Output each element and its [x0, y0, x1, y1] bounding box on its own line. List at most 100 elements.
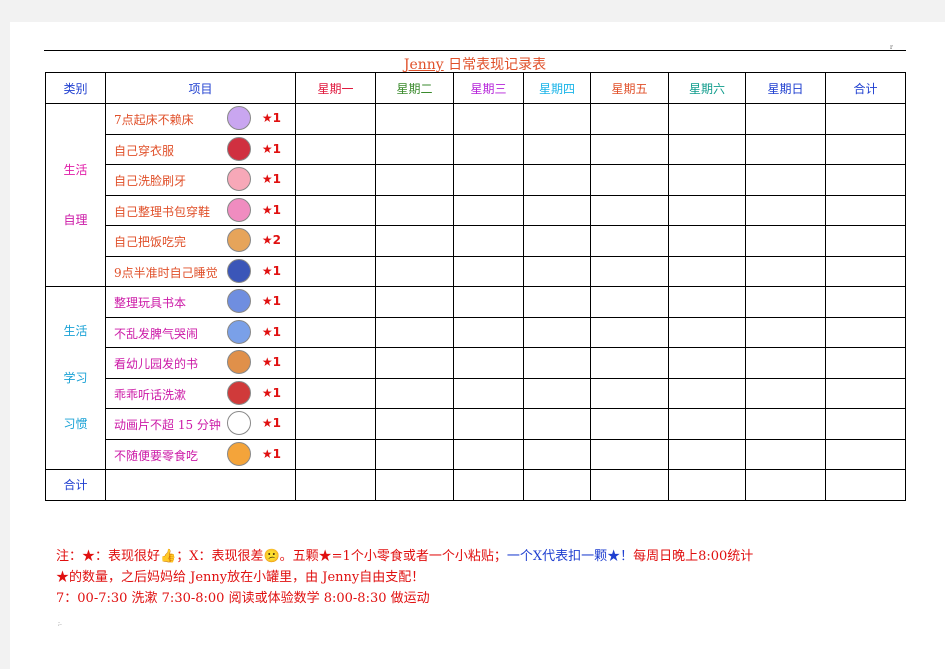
day-cell[interactable] — [523, 133, 591, 165]
day-cell[interactable] — [590, 286, 669, 318]
day-cell[interactable] — [745, 225, 826, 257]
day-cell[interactable] — [375, 347, 454, 379]
day-cell[interactable] — [590, 225, 669, 257]
day-cell[interactable] — [590, 255, 669, 287]
day-cell[interactable] — [825, 438, 906, 470]
day-cell[interactable] — [590, 347, 669, 379]
day-cell[interactable] — [745, 194, 826, 226]
day-cell[interactable] — [375, 408, 454, 440]
day-cell[interactable] — [523, 347, 591, 379]
day-cell[interactable] — [523, 164, 591, 196]
day-cell[interactable] — [295, 316, 376, 348]
day-cell[interactable] — [590, 194, 669, 226]
day-cell[interactable] — [825, 225, 906, 257]
total-cell[interactable] — [453, 469, 524, 501]
day-cell[interactable] — [825, 377, 906, 409]
day-cell[interactable] — [825, 408, 906, 440]
day-cell[interactable] — [668, 377, 746, 409]
day-cell[interactable] — [453, 194, 524, 226]
day-cell[interactable] — [453, 133, 524, 165]
day-cell[interactable] — [453, 316, 524, 348]
day-cell[interactable] — [825, 103, 906, 135]
day-cell[interactable] — [745, 103, 826, 135]
day-cell[interactable] — [523, 225, 591, 257]
day-cell[interactable] — [523, 438, 591, 470]
day-cell[interactable] — [453, 225, 524, 257]
day-cell[interactable] — [590, 438, 669, 470]
day-cell[interactable] — [668, 225, 746, 257]
day-cell[interactable] — [590, 316, 669, 348]
day-cell[interactable] — [295, 408, 376, 440]
day-cell[interactable] — [745, 408, 826, 440]
total-cell[interactable] — [668, 469, 746, 501]
day-cell[interactable] — [375, 194, 454, 226]
day-cell[interactable] — [375, 103, 454, 135]
day-cell[interactable] — [523, 194, 591, 226]
day-cell[interactable] — [453, 408, 524, 440]
day-cell[interactable] — [825, 347, 906, 379]
day-cell[interactable] — [523, 255, 591, 287]
day-cell[interactable] — [745, 438, 826, 470]
day-cell[interactable] — [295, 347, 376, 379]
total-cell[interactable] — [375, 469, 454, 501]
day-cell[interactable] — [375, 316, 454, 348]
day-cell[interactable] — [453, 103, 524, 135]
day-cell[interactable] — [295, 377, 376, 409]
day-cell[interactable] — [375, 225, 454, 257]
day-cell[interactable] — [295, 194, 376, 226]
day-cell[interactable] — [523, 286, 591, 318]
total-cell[interactable] — [105, 469, 296, 501]
day-cell[interactable] — [668, 133, 746, 165]
total-cell[interactable] — [295, 469, 376, 501]
day-cell[interactable] — [375, 133, 454, 165]
total-cell[interactable] — [745, 469, 826, 501]
day-cell[interactable] — [295, 438, 376, 470]
day-cell[interactable] — [453, 255, 524, 287]
day-cell[interactable] — [590, 164, 669, 196]
total-cell[interactable] — [523, 469, 591, 501]
day-cell[interactable] — [668, 164, 746, 196]
day-cell[interactable] — [825, 164, 906, 196]
day-cell[interactable] — [523, 377, 591, 409]
day-cell[interactable] — [453, 164, 524, 196]
day-cell[interactable] — [295, 286, 376, 318]
day-cell[interactable] — [668, 347, 746, 379]
day-cell[interactable] — [375, 438, 454, 470]
day-cell[interactable] — [590, 133, 669, 165]
day-cell[interactable] — [745, 377, 826, 409]
total-cell[interactable] — [590, 469, 669, 501]
day-cell[interactable] — [295, 255, 376, 287]
day-cell[interactable] — [295, 225, 376, 257]
day-cell[interactable] — [295, 103, 376, 135]
day-cell[interactable] — [668, 194, 746, 226]
day-cell[interactable] — [590, 377, 669, 409]
day-cell[interactable] — [745, 316, 826, 348]
day-cell[interactable] — [375, 255, 454, 287]
day-cell[interactable] — [745, 255, 826, 287]
day-cell[interactable] — [295, 133, 376, 165]
day-cell[interactable] — [668, 316, 746, 348]
day-cell[interactable] — [375, 286, 454, 318]
day-cell[interactable] — [375, 164, 454, 196]
day-cell[interactable] — [825, 133, 906, 165]
day-cell[interactable] — [590, 408, 669, 440]
day-cell[interactable] — [523, 408, 591, 440]
day-cell[interactable] — [453, 286, 524, 318]
total-cell[interactable] — [825, 469, 906, 501]
day-cell[interactable] — [295, 164, 376, 196]
day-cell[interactable] — [668, 103, 746, 135]
day-cell[interactable] — [590, 103, 669, 135]
day-cell[interactable] — [523, 103, 591, 135]
day-cell[interactable] — [668, 408, 746, 440]
day-cell[interactable] — [668, 255, 746, 287]
day-cell[interactable] — [745, 133, 826, 165]
day-cell[interactable] — [668, 286, 746, 318]
day-cell[interactable] — [453, 438, 524, 470]
day-cell[interactable] — [668, 438, 746, 470]
day-cell[interactable] — [745, 164, 826, 196]
day-cell[interactable] — [825, 316, 906, 348]
day-cell[interactable] — [453, 377, 524, 409]
day-cell[interactable] — [825, 286, 906, 318]
day-cell[interactable] — [825, 255, 906, 287]
day-cell[interactable] — [523, 316, 591, 348]
